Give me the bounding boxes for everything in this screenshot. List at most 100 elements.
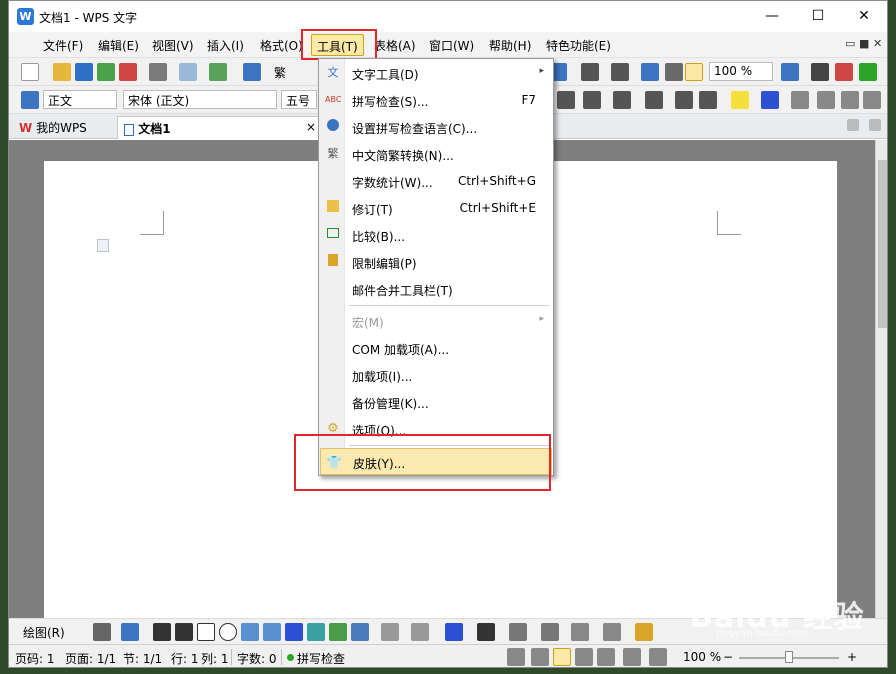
menu-item-backup-management[interactable]: 备份管理(K)... xyxy=(320,389,552,416)
insert-icon[interactable] xyxy=(209,63,227,81)
format-painter-icon[interactable] xyxy=(243,63,261,81)
menu-file[interactable]: 文件(F) xyxy=(43,37,83,54)
textbox-icon[interactable] xyxy=(241,623,259,641)
menu-window[interactable]: 窗口(W) xyxy=(429,37,474,54)
menu-item-text-tools[interactable]: 文 文字工具(D) ▸ xyxy=(320,60,552,87)
online-icon[interactable] xyxy=(859,63,877,81)
zoom-slider-thumb[interactable] xyxy=(785,651,793,663)
zoom-out-button[interactable]: − xyxy=(723,650,733,664)
minimize-button[interactable]: — xyxy=(749,1,795,32)
eye-protect-icon[interactable] xyxy=(649,648,667,666)
menu-insert[interactable]: 插入(I) xyxy=(207,37,244,54)
arrow-tool-icon[interactable] xyxy=(175,623,193,641)
decrease-indent-icon[interactable] xyxy=(675,91,693,109)
zoom-in-button[interactable]: + xyxy=(847,650,857,664)
line-style-icon[interactable] xyxy=(477,623,495,641)
show-hide-marks-icon[interactable] xyxy=(685,63,703,81)
menu-item-options[interactable]: ⚙ 选项(O)... xyxy=(320,416,552,443)
superscript-icon[interactable] xyxy=(841,91,859,109)
columns-icon[interactable] xyxy=(581,63,599,81)
menu-item-word-count[interactable]: 字数统计(W)... Ctrl+Shift+G xyxy=(320,168,552,195)
status-zoom[interactable]: 100 % xyxy=(683,650,721,664)
close-button[interactable]: ✕ xyxy=(841,1,887,32)
doc-close-button[interactable]: ✕ xyxy=(873,37,882,50)
menu-table[interactable]: 表格(A) xyxy=(374,37,416,54)
menu-item-revision[interactable]: 修订(T) Ctrl+Shift+E xyxy=(320,195,552,222)
font-size-select[interactable]: 五号 xyxy=(281,90,317,109)
vertical-scrollbar[interactable] xyxy=(875,140,887,618)
open-folder-icon[interactable] xyxy=(53,63,71,81)
numbering-icon[interactable] xyxy=(613,91,631,109)
status-spell-check[interactable]: 拼写检查 xyxy=(297,650,345,667)
full-screen-icon[interactable] xyxy=(531,648,549,666)
tab-list-icon[interactable] xyxy=(847,119,859,131)
tab-document1[interactable]: 文档1 × xyxy=(117,116,319,139)
print-preview-icon[interactable] xyxy=(179,63,197,81)
fill-color-icon[interactable] xyxy=(381,623,399,641)
document-map-icon[interactable] xyxy=(665,63,683,81)
font-color-icon[interactable] xyxy=(761,91,779,109)
page-view-icon[interactable] xyxy=(553,648,571,666)
outline-view-icon[interactable] xyxy=(575,648,593,666)
diagram-icon[interactable] xyxy=(307,623,325,641)
new-document-icon[interactable] xyxy=(21,63,39,81)
traditional-chinese-button[interactable]: 繁 xyxy=(274,64,286,81)
wordart-icon[interactable] xyxy=(285,623,303,641)
find-icon[interactable] xyxy=(811,63,829,81)
ellipse-icon[interactable] xyxy=(219,623,237,641)
highlight-color-icon[interactable] xyxy=(731,91,749,109)
reading-view-icon[interactable] xyxy=(623,648,641,666)
menu-special-features[interactable]: 特色功能(E) xyxy=(546,37,611,54)
paragraph-layout-icon[interactable] xyxy=(97,239,109,252)
spellcheck-toolbar-icon[interactable] xyxy=(835,63,853,81)
menu-item-restrict-editing[interactable]: 限制编辑(P) xyxy=(320,249,552,276)
menu-item-compare[interactable]: 比较(B)... xyxy=(320,222,552,249)
pdf-export-icon[interactable] xyxy=(119,63,137,81)
select-arrow-icon[interactable] xyxy=(93,623,111,641)
rectangle-icon[interactable] xyxy=(197,623,215,641)
menu-item-skin[interactable]: 👕 皮肤(Y)... xyxy=(320,448,552,475)
text-direction-icon[interactable] xyxy=(611,63,629,81)
dash-style-icon[interactable] xyxy=(509,623,527,641)
draw-menu-button[interactable]: 绘图(R) xyxy=(23,624,65,641)
zoom-select[interactable]: 100 % xyxy=(709,62,773,81)
drawing-font-color-icon[interactable] xyxy=(445,623,463,641)
tab-my-wps[interactable]: W 我的WPS xyxy=(13,116,115,139)
vertical-textbox-icon[interactable] xyxy=(263,623,281,641)
menu-format[interactable]: 格式(O) xyxy=(260,37,303,54)
picture-icon[interactable] xyxy=(351,623,369,641)
tab-menu-icon[interactable] xyxy=(869,119,881,131)
distributed-align-icon[interactable] xyxy=(557,91,575,109)
menu-item-spell-language[interactable]: 设置拼写检查语言(C)... xyxy=(320,114,552,141)
grow-font-icon[interactable] xyxy=(791,91,809,109)
save-icon[interactable] xyxy=(75,63,93,81)
menu-item-com-addins[interactable]: COM 加载项(A)... xyxy=(320,335,552,362)
autoshapes-icon[interactable] xyxy=(121,623,139,641)
status-word-count[interactable]: 字数: 0 xyxy=(237,650,277,667)
line-spacing-icon[interactable] xyxy=(583,91,601,109)
menu-tools[interactable]: 工具(T) xyxy=(311,34,364,56)
doc-restore-button[interactable]: ▭ xyxy=(845,37,855,50)
shrink-font-icon[interactable] xyxy=(817,91,835,109)
print-icon[interactable] xyxy=(149,63,167,81)
styles-pane-icon[interactable] xyxy=(21,91,39,109)
line-color-icon[interactable] xyxy=(411,623,429,641)
font-select[interactable]: 宋体 (正文) xyxy=(123,90,277,109)
export-icon[interactable] xyxy=(97,63,115,81)
menu-item-mail-merge-toolbar[interactable]: 邮件合并工具栏(T) xyxy=(320,276,552,303)
subscript-icon[interactable] xyxy=(863,91,881,109)
3d-effect-icon[interactable] xyxy=(603,623,621,641)
menu-item-chinese-conversion[interactable]: 繁 中文简繁转换(N)... xyxy=(320,141,552,168)
doc-maximize-button[interactable]: ■ xyxy=(859,37,869,50)
scroll-thumb[interactable] xyxy=(878,160,887,328)
menu-edit[interactable]: 编辑(E) xyxy=(98,37,139,54)
clipart-icon[interactable] xyxy=(329,623,347,641)
menu-item-addins[interactable]: 加载项(I)... xyxy=(320,362,552,389)
arrow-style-icon[interactable] xyxy=(541,623,559,641)
shadow-icon[interactable] xyxy=(571,623,589,641)
menu-help[interactable]: 帮助(H) xyxy=(489,37,531,54)
web-view-icon[interactable] xyxy=(597,648,615,666)
increase-indent-icon[interactable] xyxy=(699,91,717,109)
bullets-icon[interactable] xyxy=(645,91,663,109)
menu-view[interactable]: 视图(V) xyxy=(152,37,194,54)
